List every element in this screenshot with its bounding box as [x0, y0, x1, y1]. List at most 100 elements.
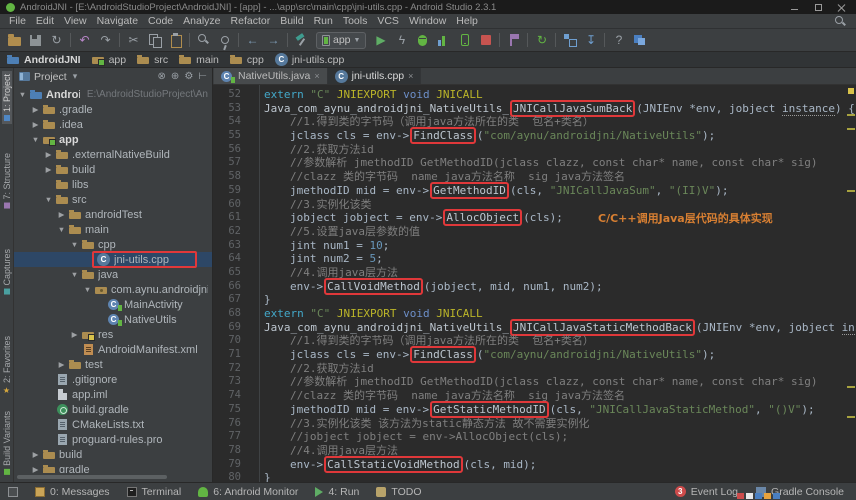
stripe----structure[interactable]: 7: Structure — [2, 150, 12, 212]
close-icon[interactable] — [837, 3, 846, 12]
sdk-manager-icon[interactable]: ↧ — [580, 31, 601, 50]
search-everywhere-icon[interactable] — [834, 15, 846, 27]
menu-item-analyze[interactable]: Analyze — [178, 15, 225, 27]
chevron-down-icon[interactable]: ▼ — [70, 270, 79, 279]
tree-row-src[interactable]: ▼src — [14, 192, 212, 207]
apply-changes-icon[interactable]: ϟ — [391, 31, 412, 50]
close-tab-icon[interactable]: × — [314, 71, 319, 81]
toolwindow-switcher-icon[interactable] — [8, 487, 18, 497]
tree-row-app[interactable]: ▼app — [14, 132, 212, 147]
tree-row-build[interactable]: ▶build — [14, 447, 212, 462]
tree-horizontal-scrollbar[interactable] — [17, 475, 209, 479]
save-icon[interactable] — [25, 31, 46, 50]
chevron-down-icon[interactable]: ▼ — [83, 285, 92, 294]
tree-row-build[interactable]: ▶build — [14, 162, 212, 177]
tree-row--idea[interactable]: ▶.idea — [14, 117, 212, 132]
restart-activity-icon[interactable] — [503, 31, 524, 50]
chevron-right-icon[interactable]: ▶ — [31, 450, 40, 459]
copy-icon[interactable] — [144, 31, 165, 50]
tree-row-nativeutils[interactable]: NativeUtils — [14, 312, 212, 327]
menu-item-help[interactable]: Help — [451, 15, 483, 27]
build-hammer-icon[interactable] — [291, 31, 312, 50]
chevron-right-icon[interactable]: ▶ — [44, 165, 53, 174]
menu-item-build[interactable]: Build — [275, 15, 308, 27]
tree-row-libs[interactable]: libs — [14, 177, 212, 192]
chevron-right-icon[interactable]: ▶ — [31, 120, 40, 129]
chevron-right-icon[interactable]: ▶ — [57, 210, 66, 219]
tab-nativeutils-java[interactable]: NativeUtils.java× — [214, 68, 328, 84]
chevron-down-icon[interactable]: ▾ — [73, 71, 78, 82]
toolwindow-button-todo[interactable]: TODO — [376, 486, 421, 498]
breadcrumb-item-cpp[interactable]: cpp — [230, 53, 264, 66]
chevron-right-icon[interactable]: ▶ — [31, 105, 40, 114]
toolwindow-button-0--messages[interactable]: 0: Messages — [35, 486, 110, 498]
menu-item-edit[interactable]: Edit — [31, 15, 59, 27]
tree-row-test[interactable]: ▶test — [14, 357, 212, 372]
chevron-right-icon[interactable]: ▶ — [31, 465, 40, 473]
menu-item-window[interactable]: Window — [404, 15, 451, 27]
gradle-sync-icon[interactable]: ↻ — [531, 31, 552, 50]
collapse-all-icon[interactable]: ⊗ — [158, 71, 166, 82]
maximize-icon[interactable] — [814, 3, 823, 12]
help-icon[interactable]: ? — [608, 31, 629, 50]
tree-row-androidjni[interactable]: ▼AndroidJNIE:\AndroidStudioProject\An — [14, 87, 212, 102]
tree-row-mainactivity[interactable]: MainActivity — [14, 297, 212, 312]
tree-row-gradle[interactable]: ▶gradle — [14, 462, 212, 473]
stripe-build-variants[interactable]: Build Variants — [2, 408, 12, 478]
chevron-down-icon[interactable]: ▼ — [44, 195, 53, 204]
back-icon[interactable]: ← — [242, 31, 263, 50]
stripe-captures[interactable]: Captures — [2, 246, 12, 298]
tree-row--externalnativebuild[interactable]: ▶.externalNativeBuild — [14, 147, 212, 162]
tree-row-proguard-rules-pro[interactable]: proguard-rules.pro — [14, 432, 212, 447]
error-stripe[interactable] — [846, 86, 856, 482]
hide-panel-icon[interactable]: ⊢ — [198, 71, 207, 82]
minimize-icon[interactable] — [791, 3, 800, 12]
tab-jni-utils-cpp[interactable]: jni-utils.cpp× — [328, 68, 422, 84]
stripe----project[interactable]: 1: Project — [2, 71, 12, 124]
run-icon[interactable]: ▶ — [370, 31, 391, 50]
chevron-right-icon[interactable]: ▶ — [70, 330, 79, 339]
breadcrumb-item-app[interactable]: app — [92, 53, 127, 66]
breadcrumb-item-androidjni[interactable]: AndroidJNI — [7, 53, 81, 66]
menu-item-file[interactable]: File — [4, 15, 31, 27]
undo-icon[interactable]: ↶ — [74, 31, 95, 50]
chevron-down-icon[interactable]: ▼ — [57, 225, 66, 234]
tree-row-com-aynu-androidjni[interactable]: ▼com.aynu.androidjni — [14, 282, 212, 297]
close-tab-icon[interactable]: × — [408, 71, 413, 81]
redo-icon[interactable]: ↷ — [95, 31, 116, 50]
tree-row--gradle[interactable]: ▶.gradle — [14, 102, 212, 117]
tree-row-androidtest[interactable]: ▶androidTest — [14, 207, 212, 222]
attach-debugger-icon[interactable] — [454, 31, 475, 50]
cut-icon[interactable]: ✂ — [123, 31, 144, 50]
chevron-down-icon[interactable]: ▼ — [70, 240, 79, 249]
menu-item-refactor[interactable]: Refactor — [226, 15, 276, 27]
menu-item-navigate[interactable]: Navigate — [92, 15, 143, 27]
open-icon[interactable] — [4, 31, 25, 50]
menu-item-tools[interactable]: Tools — [338, 15, 373, 27]
project-structure-icon[interactable] — [559, 31, 580, 50]
tree-row-cpp[interactable]: ▼cpp — [14, 237, 212, 252]
chevron-right-icon[interactable]: ▶ — [44, 150, 53, 159]
run-config-dropdown[interactable]: app▼ — [316, 32, 366, 49]
menu-item-view[interactable]: View — [59, 15, 92, 27]
tree-row-main[interactable]: ▼main — [14, 222, 212, 237]
settings-gear-icon[interactable]: ⚙ — [184, 71, 193, 82]
paste-icon[interactable] — [165, 31, 186, 50]
menu-item-code[interactable]: Code — [143, 15, 178, 27]
forward-icon[interactable]: → — [263, 31, 284, 50]
stripe----favorites[interactable]: ★2: Favorites — [2, 333, 12, 398]
tree-row-res[interactable]: ▶res — [14, 327, 212, 342]
tree-row--gitignore[interactable]: .gitignore — [14, 372, 212, 387]
tree-row-build-gradle[interactable]: build.gradle — [14, 402, 212, 417]
chevron-down-icon[interactable]: ▼ — [31, 135, 40, 144]
toolwindow-button-6--android-monitor[interactable]: 6: Android Monitor — [198, 486, 298, 498]
breadcrumb-item-jni-utils.cpp[interactable]: jni-utils.cpp — [275, 53, 345, 66]
toolwindow-button-terminal[interactable]: Terminal — [127, 486, 182, 498]
tree-row-java[interactable]: ▼java — [14, 267, 212, 282]
toolwindow-button-event-log[interactable]: 3Event Log — [675, 486, 738, 498]
menu-item-vcs[interactable]: VCS — [372, 15, 404, 27]
device-monitor-icon[interactable] — [629, 31, 650, 50]
breadcrumb-item-src[interactable]: src — [137, 53, 168, 66]
debug-icon[interactable] — [412, 31, 433, 50]
chevron-right-icon[interactable]: ▶ — [57, 360, 66, 369]
